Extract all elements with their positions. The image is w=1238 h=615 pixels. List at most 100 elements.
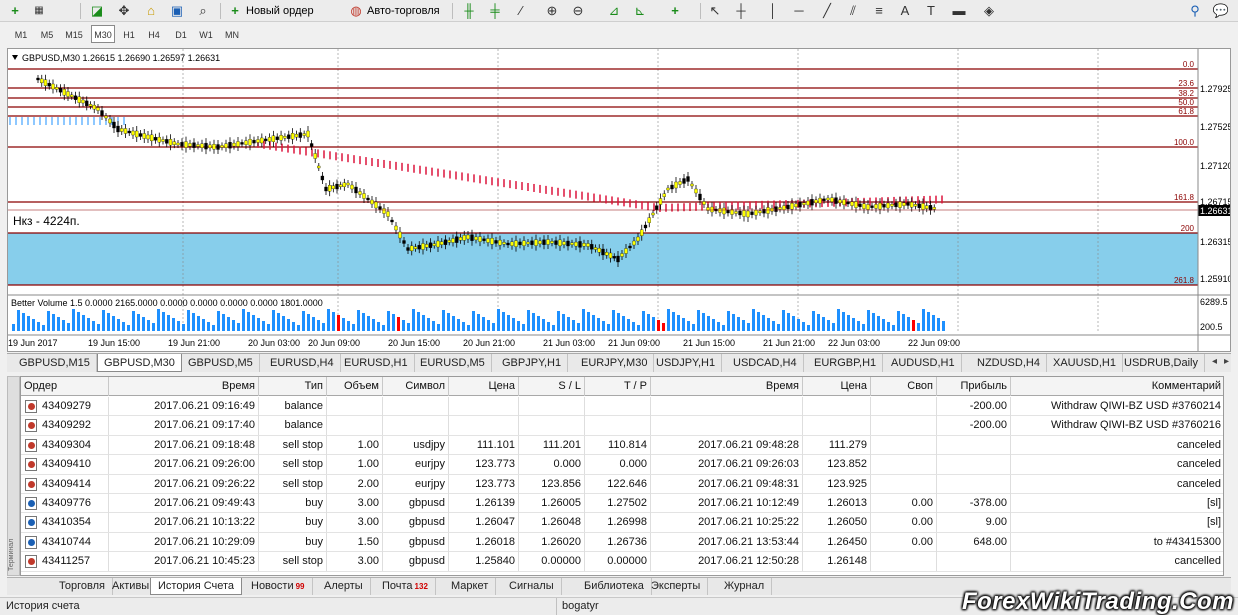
terminal-icon[interactable]: ▣ [168,2,186,20]
cell-order: 43409304 [21,435,109,455]
tabs-scroll-left-icon[interactable]: ◂ [1212,356,1217,367]
market-watch-icon[interactable]: ◪ [88,2,106,20]
timeframe-m1[interactable]: M1 [10,25,32,43]
candle [782,205,786,210]
trendline-icon[interactable]: ╱ [818,2,836,20]
column-header[interactable]: Символ [383,377,449,396]
chart-tab[interactable]: GBPJPY,H1 [496,354,569,372]
new-order-button[interactable]: Новый ордер [246,2,314,20]
label-icon[interactable]: T [922,2,940,20]
timeframe-m15[interactable]: M15 [61,25,87,43]
chart-tab[interactable]: USDRUB,Daily [1118,354,1205,372]
crosshair-icon[interactable]: ┼ [732,2,750,20]
column-header[interactable]: Ордер [21,377,109,396]
table-row[interactable]: 43411257 2017.06.21 10:45:23 sell stop 3.00… [21,552,1223,572]
chat-icon[interactable]: 💬 [1212,2,1230,20]
zoom-out-icon[interactable]: ⊖ [569,2,587,20]
tabs-scroll-right-icon[interactable]: ▸ [1224,356,1229,367]
chart-tab[interactable]: EURUSD,H4 [264,354,341,372]
crosshair-navigator-icon[interactable]: ✥ [115,2,133,20]
cell-symbol [383,416,449,436]
profiles-icon[interactable]: ▦ [30,2,48,20]
chart-shift-icon[interactable]: ⊾ [631,2,649,20]
search-icon[interactable]: ⚲ [1186,2,1204,20]
cell-tp: 1.27502 [585,494,651,513]
timeframe-mn[interactable]: MN [221,25,243,43]
candle [436,240,440,248]
table-row[interactable]: 43409292 2017.06.21 09:17:40 balance -200.0… [21,416,1223,436]
rectangle-icon[interactable]: ▬ [950,2,968,20]
chart-tab[interactable]: EURUSD,H1 [338,354,415,372]
channel-icon[interactable]: ⫽ [844,2,862,20]
chart-tab[interactable]: GBPUSD,M15 [13,354,97,372]
tester-icon[interactable]: ⌕ [194,2,212,20]
vertical-line-icon[interactable]: │ [764,2,782,20]
column-header[interactable]: Время [651,377,803,396]
column-header[interactable]: Комментарий [1011,377,1223,396]
column-header[interactable]: Прибыль [937,377,1011,396]
table-row[interactable]: 43409776 2017.06.21 09:49:43 buy 3.00 gbpusd… [21,494,1223,514]
column-header[interactable]: Цена [803,377,871,396]
price-chart[interactable]: 0.0 23.6 38.2 50.0 61.8 100.0 161.8 200 261.8 1.2… [7,48,1231,352]
column-header[interactable]: Цена [449,377,519,396]
candlestick-icon[interactable]: ╪ [486,2,504,20]
auto-trading-button[interactable]: Авто-торговля [367,2,440,20]
candle [778,207,782,210]
bar-chart-icon[interactable]: ╫ [460,2,478,20]
line-chart-icon[interactable]: ⁄ [512,2,530,20]
timeframe-h4[interactable]: H4 [143,25,165,43]
zoom-in-icon[interactable]: ⊕ [543,2,561,20]
chart-tab[interactable]: XAUUSD,H1 [1047,354,1123,372]
cell-volume [327,416,383,436]
terminal-tab[interactable]: Сигналы [502,578,562,595]
timeframe-m5[interactable]: M5 [36,25,58,43]
terminal-tab[interactable]: Почта 132 [375,578,436,595]
chart-tab[interactable]: EURUSD,M5 [414,354,492,372]
terminal-tab[interactable]: Эксперты [644,578,709,595]
chart-canvas[interactable]: 0.0 23.638.250.061.8 100.0 161.8 200 261.8 1.2… [8,49,1230,351]
chart-tab[interactable]: USDJPY,H1 [650,354,723,372]
column-header[interactable]: S / L [519,377,585,396]
candle [324,186,328,192]
column-header[interactable]: T / P [585,377,651,396]
timeframe-m30[interactable]: M30 [91,25,115,43]
indicators-icon[interactable]: + [666,2,684,20]
terminal-tab[interactable]: Новости 99 [244,578,313,595]
text-icon[interactable]: A [896,2,914,20]
terminal-tab[interactable]: Торговля [52,578,113,595]
table-row[interactable]: 43409304 2017.06.21 09:18:48 sell stop 1.00… [21,435,1223,456]
timeframe-d1[interactable]: D1 [170,25,192,43]
chart-tab[interactable]: USDCAD,H4 [727,354,804,372]
folder-icon[interactable]: ⌂ [142,2,160,20]
chart-tab[interactable]: EURGBP,H1 [808,354,884,372]
table-row[interactable]: 43409410 2017.06.21 09:26:00 sell stop 1.00… [21,455,1223,475]
new-chart-icon[interactable]: + [6,2,24,20]
column-header[interactable]: Своп [871,377,937,396]
column-header[interactable]: Тип [259,377,327,396]
table-row[interactable]: 43410354 2017.06.21 10:13:22 buy 3.00 gbpusd… [21,513,1223,533]
chart-tab[interactable]: GBPUSD,M5 [182,354,260,372]
column-header[interactable]: Объем [327,377,383,396]
terminal-tab[interactable]: Алерты [317,578,371,595]
horizontal-line-icon[interactable]: ─ [790,2,808,20]
table-row[interactable]: 43409279 2017.06.21 09:16:49 balance -200.0… [21,397,1223,417]
fibonacci-icon[interactable]: ≡ [870,2,888,20]
timeframe-w1[interactable]: W1 [195,25,217,43]
account-history-table[interactable]: Ордер Время Тип Объем Символ Цена S / LT / P Вр… [20,376,1224,576]
terminal-tab[interactable]: Маркет [444,578,497,595]
table-row[interactable]: 43409414 2017.06.21 09:26:22 sell stop 2.00… [21,474,1223,494]
chart-tab[interactable]: NZDUSD,H4 [971,354,1047,372]
volume-bar [562,314,565,331]
column-header[interactable]: Время [109,377,259,396]
chart-tab[interactable]: GBPUSD,M30 [97,354,182,372]
objects-dropdown-icon[interactable]: ◈ [980,2,998,20]
autoscroll-icon[interactable]: ⊿ [605,2,623,20]
table-row[interactable]: 43410744 2017.06.21 10:29:09 buy 1.50 gbpusd… [21,532,1223,553]
timeframe-h1[interactable]: H1 [118,25,140,43]
terminal-tab[interactable]: Библиотека [577,578,652,595]
terminal-tab[interactable]: История Счета [150,578,243,595]
cursor-icon[interactable]: ↖ [706,2,724,20]
chart-tab[interactable]: AUDUSD,H1 [885,354,962,372]
chart-tab[interactable]: EURJPY,M30 [575,354,655,372]
terminal-tab[interactable]: Журнал [717,578,773,595]
